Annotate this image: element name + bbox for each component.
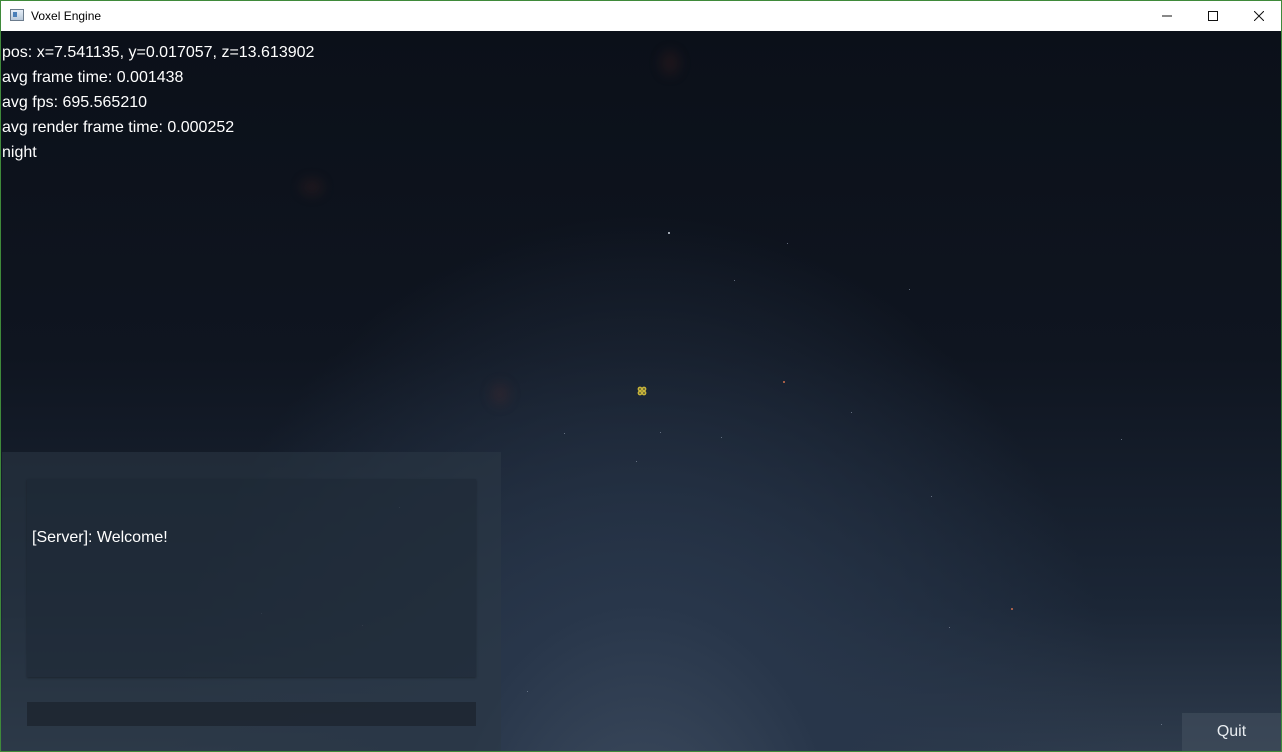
star: [787, 243, 788, 244]
star: [931, 496, 932, 497]
star: [1011, 608, 1013, 610]
chat-message: [Server]: Welcome!: [32, 529, 168, 546]
star: [721, 437, 722, 438]
sky-haze: [491, 383, 509, 405]
maximize-button[interactable]: [1190, 1, 1236, 31]
star: [783, 381, 785, 383]
star: [734, 280, 735, 281]
star: [1121, 439, 1122, 440]
sky-haze: [301, 179, 323, 195]
close-icon: [1254, 11, 1264, 21]
star: [851, 412, 852, 413]
maximize-icon: [1208, 11, 1218, 21]
star: [527, 691, 528, 692]
chat-input[interactable]: [27, 702, 476, 726]
minimize-button[interactable]: [1144, 1, 1190, 31]
app-window: Voxel Engine pos: x=7.541135, y=0.017057…: [0, 0, 1282, 752]
star: [564, 433, 565, 434]
game-viewport[interactable]: pos: x=7.541135, y=0.017057, z=13.613902…: [1, 31, 1281, 751]
star: [668, 232, 670, 234]
position-readout: pos: x=7.541135, y=0.017057, z=13.613902: [2, 44, 315, 61]
chat-panel: [Server]: Welcome!: [2, 452, 501, 751]
crosshair-icon: [637, 386, 647, 396]
star: [1161, 724, 1162, 725]
quit-button[interactable]: Quit: [1182, 713, 1281, 751]
fps-readout: avg fps: 695.565210: [2, 94, 148, 111]
app-icon: [10, 9, 24, 21]
close-button[interactable]: [1236, 1, 1281, 31]
star: [660, 432, 661, 433]
window-title: Voxel Engine: [31, 9, 102, 23]
minimize-icon: [1162, 15, 1172, 17]
chat-log[interactable]: [Server]: Welcome!: [27, 479, 476, 677]
debug-overlay: pos: x=7.541135, y=0.017057, z=13.613902…: [2, 40, 314, 165]
star: [909, 289, 910, 290]
frame-time-readout: avg frame time: 0.001438: [2, 69, 184, 86]
time-of-day-readout: night: [2, 144, 37, 161]
render-time-readout: avg render frame time: 0.000252: [2, 119, 235, 136]
title-bar[interactable]: Voxel Engine: [1, 1, 1281, 31]
star: [636, 461, 637, 462]
sky-haze: [661, 51, 679, 75]
star: [949, 627, 950, 628]
